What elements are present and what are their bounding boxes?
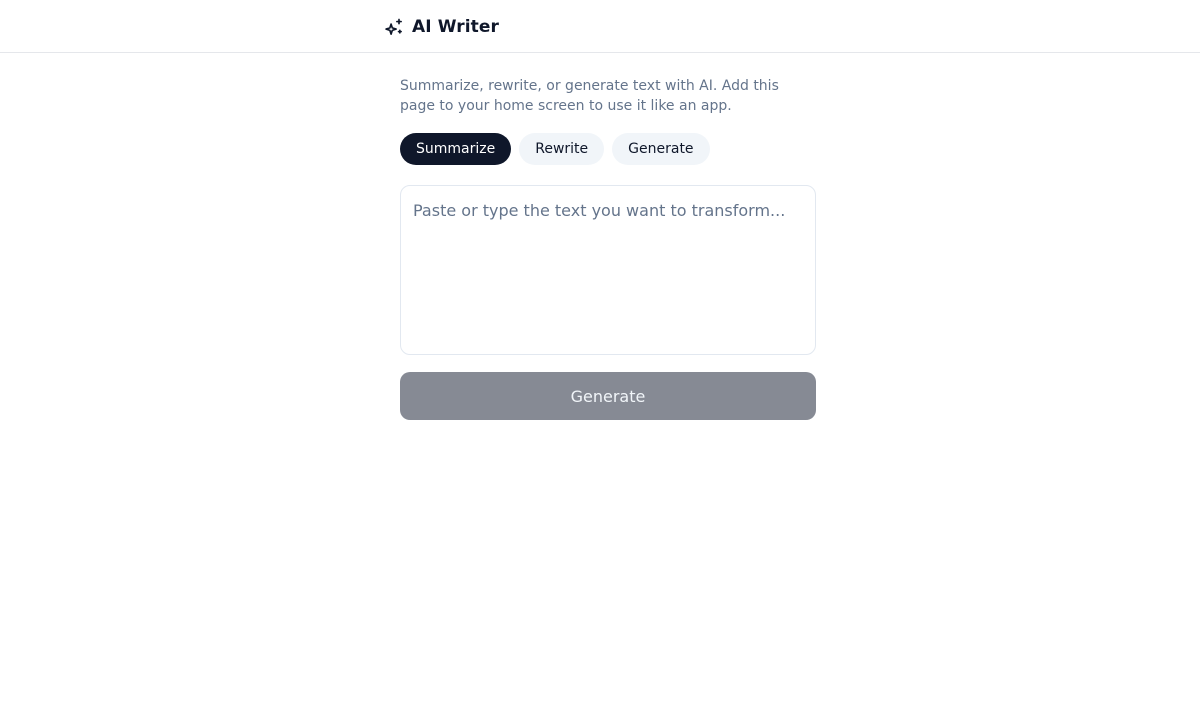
mode-selector: Summarize Rewrite Generate [400,133,816,165]
brand: AI Writer [384,15,499,39]
page-description: Summarize, rewrite, or generate text wit… [400,78,779,114]
mode-generate-button[interactable]: Generate [612,133,710,165]
mode-rewrite-button[interactable]: Rewrite [519,133,605,165]
mode-summarize-button[interactable]: Summarize [400,133,512,165]
main-content: Summarize, rewrite, or generate text wit… [400,53,816,420]
text-input[interactable] [400,185,816,355]
generate-button[interactable]: Generate [400,372,816,420]
top-bar: AI Writer [0,0,1200,53]
app-title: AI Writer [412,17,500,37]
sparkles-icon [384,17,404,37]
